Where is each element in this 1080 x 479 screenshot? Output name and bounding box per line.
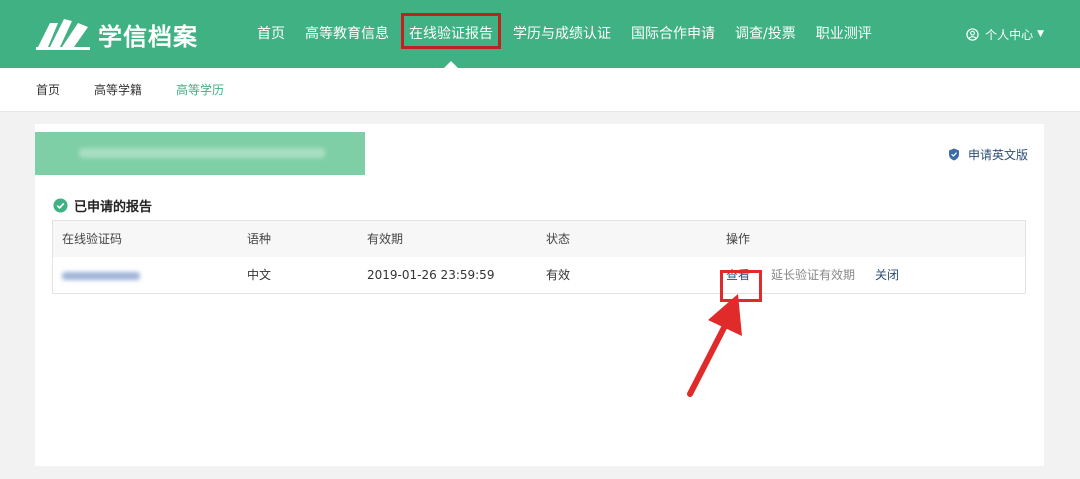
- top-navbar: 学信档案 首页 高等教育信息 在线验证报告 学历与成绩认证 国际合作申请 调查/…: [0, 0, 1080, 68]
- column-header-code: 在线验证码: [62, 232, 123, 246]
- blurred-text: [79, 148, 325, 158]
- brand-name: 学信档案: [98, 22, 198, 51]
- nav-item-online-report[interactable]: 在线验证报告: [399, 0, 503, 68]
- nav-item-label: 高等教育信息: [305, 26, 389, 42]
- close-report-link[interactable]: 关闭: [875, 257, 899, 293]
- nav-item-label: 学历与成绩认证: [513, 26, 611, 42]
- report-card: 申请英文版 已申请的报告 在线验证码 语种 有效期 状态 操作 中文 2019-…: [35, 124, 1044, 466]
- column-header-actions: 操作: [726, 232, 751, 246]
- column-header-expiry: 有效期: [367, 232, 404, 246]
- language-value: 中文: [247, 268, 272, 282]
- nav-item-career[interactable]: 职业测评: [806, 0, 882, 68]
- nav-item-label: 首页: [257, 26, 285, 42]
- report-table: 在线验证码 语种 有效期 状态 操作 中文 2019-01-26 23:59:5…: [52, 220, 1026, 302]
- section-title: 已申请的报告: [53, 196, 152, 215]
- table-row: 中文 2019-01-26 23:59:59 有效 查看 延长验证有效期 关闭: [53, 257, 1025, 302]
- column-header-language: 语种: [247, 232, 272, 246]
- main-nav: 首页 高等教育信息 在线验证报告 学历与成绩认证 国际合作申请 调查/投票 职业…: [247, 0, 882, 68]
- check-circle-icon: [53, 198, 68, 213]
- user-center-menu[interactable]: 个人中心 ▼: [966, 0, 1044, 68]
- nav-item-survey[interactable]: 调查/投票: [725, 0, 806, 68]
- breadcrumb: 首页 高等学籍 高等学历: [0, 68, 1080, 112]
- nav-item-certification[interactable]: 学历与成绩认证: [503, 0, 621, 68]
- extend-validity-link[interactable]: 延长验证有效期: [771, 257, 855, 293]
- breadcrumb-item-degree[interactable]: 高等学历: [176, 81, 224, 98]
- book-logo-icon: [36, 19, 90, 50]
- active-caret: [444, 61, 458, 68]
- breadcrumb-item-enrollment[interactable]: 高等学籍: [94, 81, 142, 98]
- table-header: 在线验证码 语种 有效期 状态 操作: [53, 221, 1025, 257]
- english-version-label: 申请英文版: [967, 148, 1028, 162]
- nav-item-home[interactable]: 首页: [247, 0, 295, 68]
- shield-icon: [948, 148, 959, 161]
- user-circle-icon: [966, 27, 979, 41]
- verification-code-blurred: [62, 257, 140, 293]
- section-title-text: 已申请的报告: [74, 200, 153, 215]
- status-value: 有效: [546, 268, 571, 282]
- nav-item-label: 调查/投票: [735, 26, 796, 42]
- breadcrumb-item-home[interactable]: 首页: [36, 81, 60, 98]
- user-center-label: 个人中心: [985, 27, 1034, 42]
- nav-item-international[interactable]: 国际合作申请: [621, 0, 725, 68]
- blurred-banner: [35, 132, 365, 175]
- expiry-value: 2019-01-26 23:59:59: [367, 268, 495, 282]
- highlight-box: [401, 13, 501, 49]
- chevron-down-icon: ▼: [1037, 29, 1044, 39]
- nav-item-higher-edu[interactable]: 高等教育信息: [295, 0, 399, 68]
- brand-logo[interactable]: 学信档案: [36, 16, 198, 52]
- nav-item-label: 国际合作申请: [631, 26, 715, 42]
- view-report-link[interactable]: 查看: [720, 268, 762, 302]
- nav-item-label: 职业测评: [815, 26, 872, 42]
- column-header-status: 状态: [546, 232, 571, 246]
- english-version-link[interactable]: 申请英文版: [948, 146, 1028, 163]
- red-arrow-icon: [687, 294, 742, 397]
